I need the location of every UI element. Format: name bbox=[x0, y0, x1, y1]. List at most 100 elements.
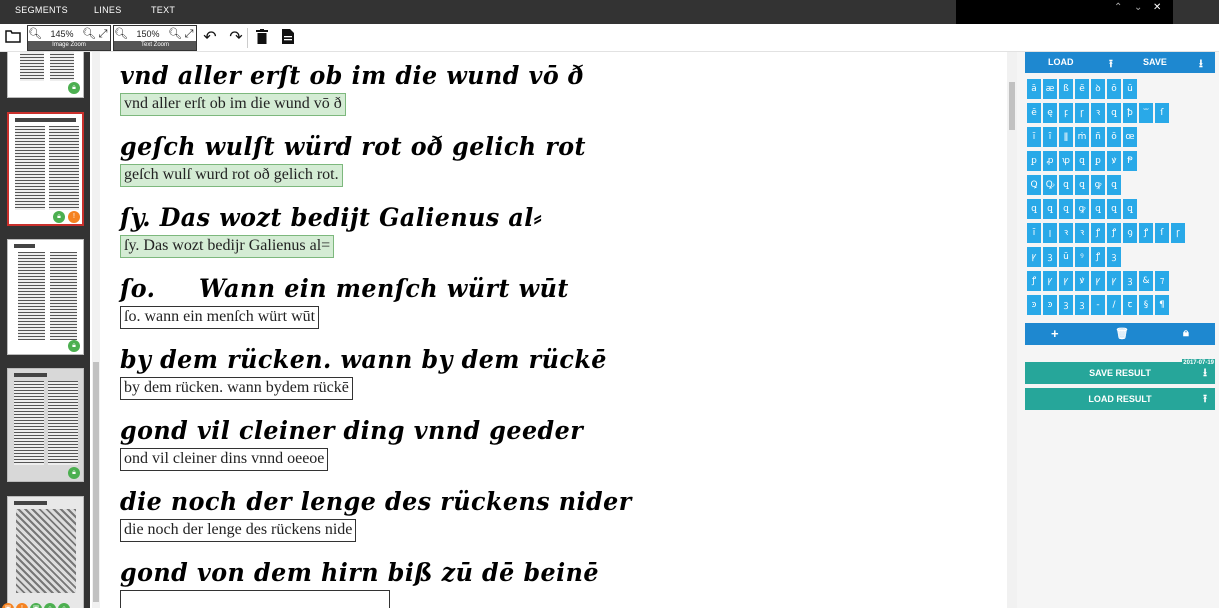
virtual-key[interactable]: ſ bbox=[1155, 223, 1169, 243]
virtual-key[interactable]: ꝭ bbox=[1091, 223, 1105, 243]
virtual-key[interactable]: ꝛ bbox=[1091, 103, 1105, 123]
window-up-button[interactable]: ⌃ bbox=[1114, 2, 1122, 13]
virtual-key[interactable]: ꝩ bbox=[1059, 271, 1073, 291]
add-symbol-button[interactable]: + bbox=[1051, 326, 1059, 341]
transcription-input[interactable]: ſo. wann ein menſch würt wūt bbox=[120, 306, 320, 329]
virtual-key[interactable]: Ꝗ bbox=[1027, 175, 1041, 195]
save-virtual-keyboard-button[interactable]: SAVE ⭳ bbox=[1121, 52, 1215, 73]
zoom-out-icon[interactable]: 🔍︎ bbox=[28, 27, 42, 41]
text-fit-icon[interactable]: ⤢ bbox=[182, 27, 196, 41]
virtual-key[interactable]: ꝭ bbox=[1107, 223, 1121, 243]
virtual-key[interactable]: ṁ bbox=[1075, 127, 1089, 147]
virtual-key[interactable]: ꝕ bbox=[1059, 151, 1073, 171]
virtual-key[interactable]: ꝗ bbox=[1075, 175, 1089, 195]
virtual-key[interactable]: ꝩ bbox=[1107, 271, 1121, 291]
virtual-key[interactable]: ẽ bbox=[1075, 79, 1089, 99]
virtual-key[interactable]: ꝗ bbox=[1043, 199, 1057, 219]
virtual-key[interactable]: ñ bbox=[1091, 127, 1105, 147]
transcription-input[interactable]: vnd aller erſt ob im die wund vō ð bbox=[120, 93, 346, 116]
text-zoom-out-icon[interactable]: 🔍︎ bbox=[114, 27, 128, 41]
virtual-key[interactable]: ꞅ bbox=[1171, 223, 1185, 243]
virtual-key[interactable]: ꝯ bbox=[1123, 223, 1137, 243]
virtual-key[interactable]: ᷓ bbox=[1139, 103, 1153, 123]
virtual-key[interactable]: ī bbox=[1027, 223, 1041, 243]
virtual-key[interactable]: ꝥ bbox=[1123, 103, 1137, 123]
save-result-button[interactable]: SAVE RESULT ⭳ 2017-07-19 bbox=[1025, 359, 1215, 384]
transcription-input[interactable]: die noch der lenge des rückens nide bbox=[120, 519, 357, 542]
virtual-key[interactable]: ꜿ bbox=[1043, 295, 1057, 315]
virtual-key[interactable]: / bbox=[1107, 295, 1121, 315]
virtual-key[interactable]: ꝰ bbox=[1075, 247, 1089, 267]
thumbnail-scrollbar[interactable] bbox=[92, 52, 100, 608]
transcription-input[interactable] bbox=[120, 590, 390, 608]
page-thumbnail-selected[interactable]: 🔒︎ ! bbox=[7, 112, 84, 226]
virtual-key[interactable]: ⁊ bbox=[1155, 271, 1169, 291]
zoom-in-icon[interactable]: 🔍︎ bbox=[82, 27, 96, 41]
transcription-input[interactable]: ond vil cleiner dins vnnd oeeoe bbox=[120, 448, 329, 471]
virtual-key[interactable]: Ꝙ bbox=[1043, 175, 1057, 195]
virtual-key[interactable]: ꝙ bbox=[1091, 175, 1105, 195]
virtual-key[interactable]: ǁ bbox=[1059, 127, 1073, 147]
virtual-key[interactable]: ꝛ bbox=[1059, 223, 1073, 243]
tab-lines[interactable]: LINES bbox=[94, 5, 122, 15]
virtual-key[interactable]: - bbox=[1091, 295, 1105, 315]
virtual-key[interactable]: æ bbox=[1043, 79, 1057, 99]
virtual-key[interactable]: ꝗ bbox=[1107, 199, 1121, 219]
virtual-key[interactable]: Ᵽ bbox=[1123, 151, 1137, 171]
delete-button[interactable] bbox=[253, 29, 271, 47]
virtual-key[interactable]: & bbox=[1139, 271, 1153, 291]
virtual-key[interactable]: ꝩ bbox=[1043, 271, 1057, 291]
virtual-key[interactable]: ꝫ bbox=[1043, 247, 1057, 267]
virtual-key[interactable]: ꝺ bbox=[1091, 79, 1105, 99]
virtual-key[interactable]: ō bbox=[1107, 127, 1121, 147]
virtual-key[interactable]: ū bbox=[1059, 247, 1073, 267]
virtual-key[interactable]: ¶ bbox=[1155, 295, 1169, 315]
virtual-key[interactable]: ū bbox=[1123, 79, 1137, 99]
page-thumbnail[interactable]: 🔒︎ bbox=[7, 239, 84, 355]
transcription-input[interactable]: by dem rücken. wann bydem rückē bbox=[120, 377, 353, 400]
virtual-key[interactable]: ꝟ bbox=[1107, 151, 1121, 171]
virtual-key[interactable]: ꝫ bbox=[1075, 295, 1089, 315]
virtual-key[interactable]: ß bbox=[1059, 79, 1073, 99]
virtual-key[interactable]: ꝭ bbox=[1027, 271, 1041, 291]
virtual-key[interactable]: ę bbox=[1043, 103, 1057, 123]
virtual-key[interactable]: ī bbox=[1027, 127, 1041, 147]
virtual-key[interactable]: ā bbox=[1027, 79, 1041, 99]
transcription-input[interactable]: ſy. Das wozt bedijr Galienus al= bbox=[120, 235, 335, 258]
scrollbar-thumb[interactable] bbox=[93, 362, 99, 602]
virtual-key[interactable]: ꝼ bbox=[1059, 103, 1073, 123]
virtual-key[interactable]: ꝗ bbox=[1107, 175, 1121, 195]
text-zoom-in-icon[interactable]: 🔍︎ bbox=[168, 27, 182, 41]
virtual-key[interactable]: ꝗ bbox=[1123, 199, 1137, 219]
window-close-button[interactable]: ✕ bbox=[1153, 2, 1161, 13]
virtual-key[interactable]: ē bbox=[1027, 103, 1041, 123]
virtual-key[interactable]: ꝗ bbox=[1027, 199, 1041, 219]
virtual-key[interactable]: ꝛ bbox=[1075, 223, 1089, 243]
fit-screen-icon[interactable]: ⤢ bbox=[96, 27, 110, 41]
virtual-key[interactable]: ꝗ bbox=[1059, 175, 1073, 195]
page-thumbnail[interactable]: 🔒︎ bbox=[7, 368, 84, 482]
page-thumbnail[interactable]: ▣ ! ▣ 🔒︎ 🔒︎ bbox=[2, 496, 84, 608]
tab-segments[interactable]: SEGMENTS bbox=[15, 5, 68, 15]
trash-icon[interactable]: 🗑︎ bbox=[1115, 327, 1129, 340]
virtual-key[interactable]: ȋ bbox=[1043, 127, 1057, 147]
virtual-key[interactable]: ꝗ bbox=[1075, 151, 1089, 171]
lock-icon[interactable]: 🔒︎ bbox=[1183, 327, 1189, 340]
virtual-key[interactable]: ꞇ bbox=[1123, 295, 1137, 315]
virtual-key[interactable]: œ bbox=[1123, 127, 1137, 147]
virtual-key[interactable]: ꝗ bbox=[1107, 103, 1121, 123]
virtual-key[interactable]: ꝙ bbox=[1075, 199, 1089, 219]
virtual-key[interactable]: ꞁ bbox=[1043, 223, 1057, 243]
virtual-key[interactable]: ꝫ bbox=[1107, 247, 1121, 267]
undo-button[interactable]: ↶ bbox=[201, 29, 219, 47]
redo-button[interactable]: ↷ bbox=[227, 29, 245, 47]
open-folder-button[interactable] bbox=[4, 29, 22, 47]
virtual-key[interactable]: ꝩ bbox=[1027, 247, 1041, 267]
virtual-key[interactable]: ꝭ bbox=[1091, 247, 1105, 267]
editor-scrollbar[interactable] bbox=[1007, 52, 1017, 608]
page-thumbnail[interactable]: 🔒︎ bbox=[7, 52, 84, 98]
virtual-key[interactable]: § bbox=[1139, 295, 1153, 315]
virtual-key[interactable]: ꝩ bbox=[1091, 271, 1105, 291]
virtual-key[interactable]: ꝗ bbox=[1059, 199, 1073, 219]
virtual-key[interactable]: ꝓ bbox=[1043, 151, 1057, 171]
